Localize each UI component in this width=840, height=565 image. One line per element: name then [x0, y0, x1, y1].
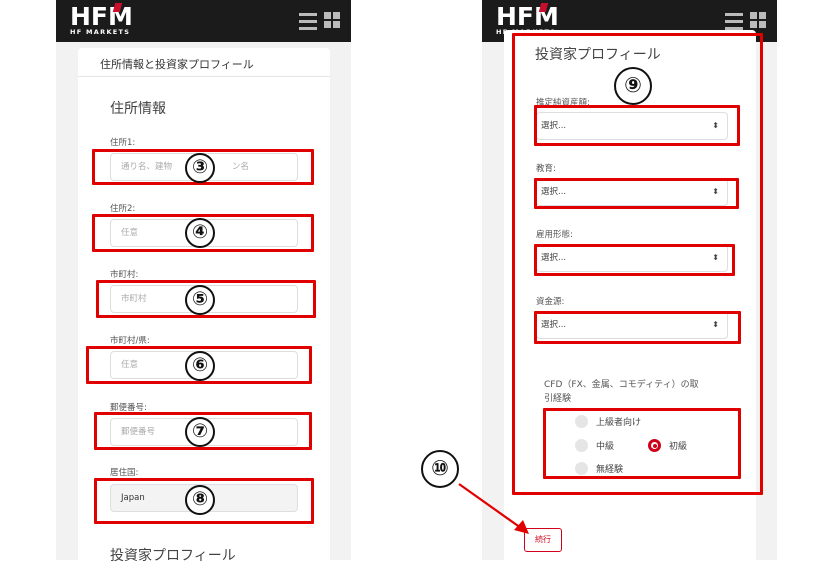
radio-no-experience-label: 無経験 [596, 465, 624, 475]
step-badge-3: ③ [185, 153, 215, 183]
highlight-box-employment [534, 244, 735, 276]
radio-advanced-label: 上級者向け [596, 418, 642, 428]
step-badge-6: ⑥ [185, 351, 215, 381]
card-header: 住所情報と投資家プロフィール [100, 58, 254, 71]
step-badge-4: ④ [185, 218, 215, 248]
source-of-funds-label: 資金源: [536, 297, 565, 307]
step-badge-5: ⑤ [185, 285, 215, 315]
menu-icon[interactable] [725, 12, 767, 30]
step-badge-7: ⑦ [185, 417, 215, 447]
radio-intermediate-label: 中級 [596, 442, 615, 452]
radio-advanced[interactable] [575, 415, 588, 428]
step-badge-10: ⑩ [421, 450, 459, 488]
radio-beginner[interactable] [648, 439, 661, 452]
hfm-logo[interactable]: HFM HF MARKETS [70, 4, 133, 37]
city-label: 市町村: [110, 270, 139, 280]
section-title-investor-profile: 投資家プロフィール [110, 548, 236, 564]
address1-label: 住所1: [110, 138, 136, 148]
radio-intermediate[interactable] [575, 439, 588, 452]
education-label: 教育: [536, 164, 556, 174]
highlight-box-education [534, 178, 739, 209]
highlight-box-net-worth [534, 105, 740, 146]
prefecture-label: 市町村/県: [110, 336, 150, 346]
step-badge-9: ⑨ [614, 67, 652, 105]
country-label: 居住国: [110, 468, 139, 478]
highlight-box-experience [543, 408, 741, 479]
employment-label: 雇用形態: [536, 230, 573, 240]
highlight-box-source-of-funds [534, 311, 741, 344]
radio-beginner-label: 初級 [669, 442, 688, 452]
section-title-address: 住所情報 [110, 101, 166, 117]
pointer-arrow-icon [458, 483, 529, 534]
step-badge-8: ⑧ [185, 485, 215, 515]
address2-label: 住所2: [110, 204, 136, 214]
menu-icon[interactable] [299, 12, 341, 30]
radio-no-experience[interactable] [575, 462, 588, 475]
experience-label: CFD（FX、金属、コモディティ）の取 引経験 [544, 380, 699, 404]
top-nav-bar: HFM HF MARKETS [56, 0, 351, 42]
